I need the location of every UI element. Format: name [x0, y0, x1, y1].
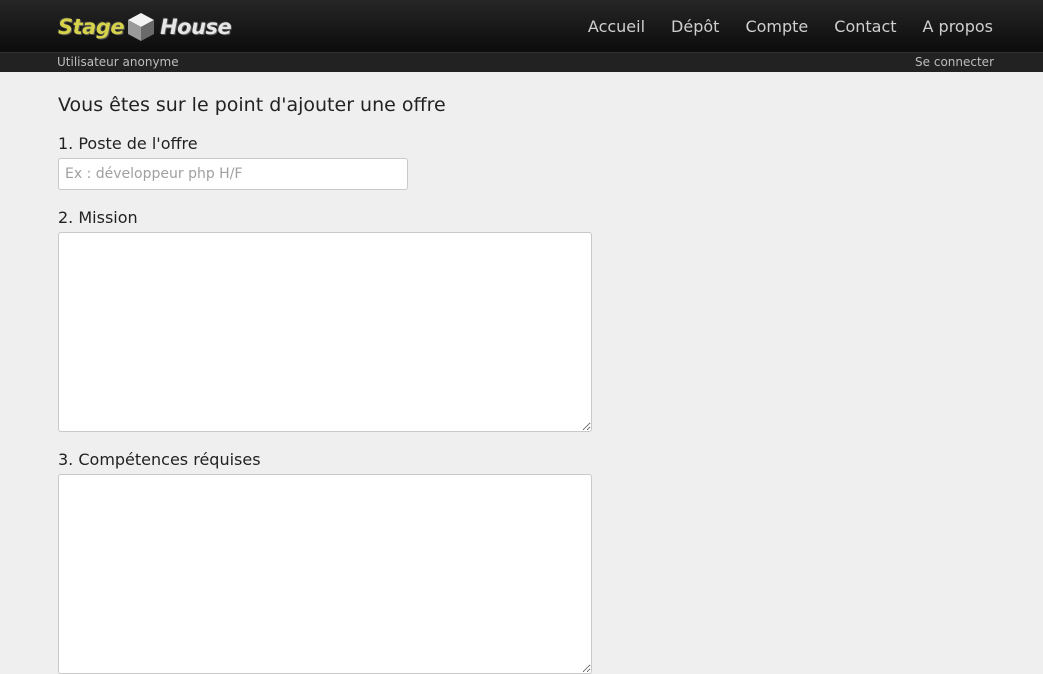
user-bar: Utilisateur anonyme Se connecter	[0, 52, 1043, 72]
competences-label: 3. Compétences réquises	[58, 450, 261, 469]
poste-input[interactable]	[58, 158, 408, 190]
page-title: Vous êtes sur le point d'ajouter une off…	[58, 94, 446, 116]
competences-textarea[interactable]	[58, 474, 592, 674]
mission-textarea[interactable]	[58, 232, 592, 432]
mission-label: 2. Mission	[58, 208, 138, 227]
nav-compte[interactable]: Compte	[745, 17, 808, 36]
poste-label: 1. Poste de l'offre	[58, 134, 198, 153]
nav-depot[interactable]: Dépôt	[671, 17, 719, 36]
main-content: Vous êtes sur le point d'ajouter une off…	[0, 72, 1043, 674]
stagehouse-logo[interactable]: Stage House	[58, 11, 232, 43]
nav-apropos[interactable]: A propos	[923, 17, 993, 36]
main-nav: Accueil Dépôt Compte Contact A propos	[562, 0, 993, 52]
cube-icon	[128, 13, 155, 41]
logo-text-house: House	[160, 15, 232, 39]
nav-contact[interactable]: Contact	[834, 17, 896, 36]
logo-text-stage: Stage	[58, 15, 125, 39]
login-link[interactable]: Se connecter	[915, 55, 994, 69]
nav-accueil[interactable]: Accueil	[588, 17, 645, 36]
top-navbar: Stage House Accueil Dépôt Compte Contact…	[0, 0, 1043, 52]
anonymous-user-label: Utilisateur anonyme	[57, 55, 179, 69]
